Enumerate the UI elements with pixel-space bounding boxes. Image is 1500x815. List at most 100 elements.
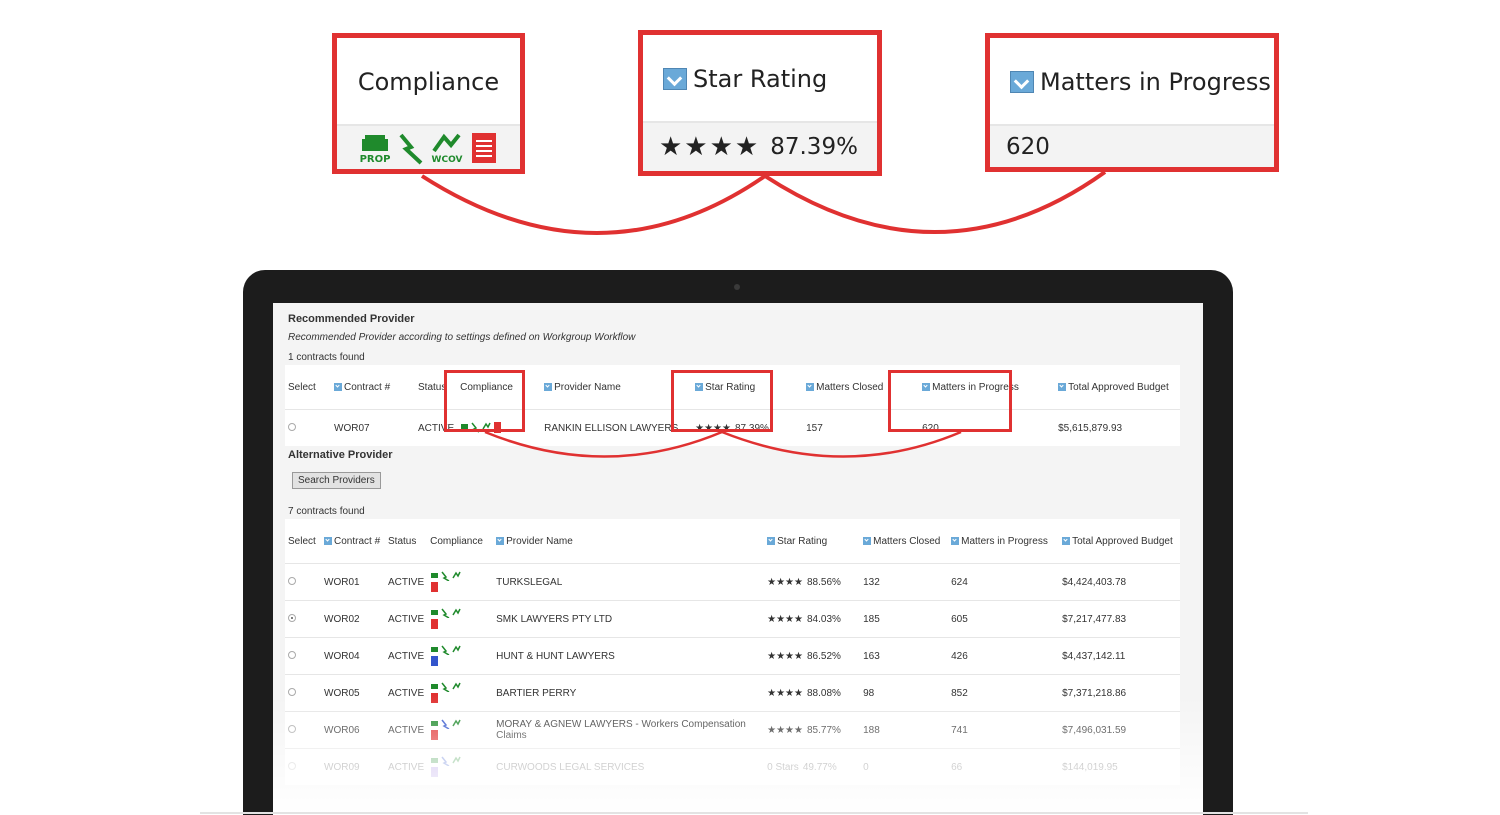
lightning-icon bbox=[441, 608, 450, 619]
alternative-count: 7 contracts found bbox=[288, 506, 365, 517]
budget-cell: $4,424,403.78 bbox=[1059, 563, 1180, 601]
compliance-icons bbox=[427, 711, 494, 749]
star-icons: 0 Stars bbox=[767, 761, 799, 773]
provider-name: BARTIER PERRY bbox=[493, 674, 765, 712]
star-rating-cell: ★★★★ 86.52% bbox=[764, 637, 861, 675]
select-radio[interactable] bbox=[288, 761, 296, 770]
compliance-icons bbox=[427, 637, 494, 675]
matters-in-progress-cell: 624 bbox=[948, 563, 1060, 601]
laptop-frame: Recommended Provider Recommended Provide… bbox=[243, 270, 1233, 815]
col-star-rating[interactable]: Star Rating bbox=[764, 519, 860, 564]
col-select: Select bbox=[288, 535, 316, 547]
status-cell: ACTIVE bbox=[385, 563, 428, 601]
prop-icon bbox=[431, 721, 439, 727]
col-contract[interactable]: Contract # bbox=[321, 519, 385, 564]
document-icon bbox=[431, 767, 439, 778]
table-row[interactable]: WOR06 ACTIVE MORAY & AGNEW LAWYERS - Worke… bbox=[285, 711, 1180, 749]
laptop-base-line bbox=[200, 812, 1308, 814]
star-rating-cell: 0 Stars 49.77% bbox=[764, 748, 861, 785]
compliance-icons bbox=[427, 563, 494, 601]
table-row[interactable]: WOR02 ACTIVE SMK LAWYERS PTY LTD ★★★★ 84.03%… bbox=[285, 600, 1180, 638]
callout-connectors bbox=[420, 170, 1107, 235]
star-icons: ★★★★ bbox=[767, 724, 803, 736]
sort-icon[interactable] bbox=[496, 536, 505, 545]
compliance-icons bbox=[427, 748, 494, 785]
select-radio[interactable] bbox=[288, 613, 296, 622]
budget-cell: $7,371,218.86 bbox=[1059, 674, 1180, 712]
star-icons: ★★★★ bbox=[767, 650, 803, 662]
contract-link[interactable]: WOR01 bbox=[321, 563, 385, 601]
alternative-rows: WOR01 ACTIVE TURKSLEGAL ★★★★ 88.56% 132 624 $4,… bbox=[285, 563, 1180, 785]
table-row[interactable]: WOR09 ACTIVE CURWOODS LEGAL SERVICES 0 Star… bbox=[285, 748, 1180, 785]
star-rating-cell: ★★★★ 85.77% bbox=[764, 711, 861, 749]
budget-cell: $144,019.95 bbox=[1059, 748, 1180, 785]
prop-icon bbox=[431, 573, 439, 579]
sort-icon[interactable] bbox=[324, 536, 332, 545]
document-icon bbox=[431, 619, 439, 630]
search-providers-button[interactable]: Search Providers bbox=[292, 472, 381, 489]
matters-in-progress-cell: 852 bbox=[948, 674, 1060, 712]
col-matters-closed[interactable]: Matters Closed bbox=[860, 519, 948, 564]
matters-in-progress-cell: 605 bbox=[948, 600, 1060, 638]
prop-icon bbox=[431, 758, 439, 764]
table-row[interactable]: WOR04 ACTIVE HUNT & HUNT LAWYERS ★★★★ 86.52%… bbox=[285, 637, 1180, 675]
lightning-icon bbox=[441, 682, 450, 693]
budget-cell: $7,496,031.59 bbox=[1059, 711, 1180, 749]
star-rating-cell: ★★★★ 88.56% bbox=[764, 563, 861, 601]
col-matters-in-progress[interactable]: Matters in Progress bbox=[948, 519, 1059, 564]
lightning-icon bbox=[441, 719, 450, 730]
lightning-icon bbox=[441, 571, 450, 582]
col-total-budget[interactable]: Total Approved Budget bbox=[1059, 519, 1180, 564]
status-cell: ACTIVE bbox=[385, 711, 428, 749]
select-radio[interactable] bbox=[288, 687, 296, 696]
compliance-icons bbox=[427, 600, 494, 638]
prop-icon bbox=[431, 684, 439, 690]
matters-in-progress-cell: 66 bbox=[948, 748, 1060, 785]
wcov-icon bbox=[452, 719, 461, 727]
table-row[interactable]: WOR05 ACTIVE BARTIER PERRY ★★★★ 88.08% 98 852 $… bbox=[285, 674, 1180, 712]
matters-closed-cell: 185 bbox=[860, 600, 949, 638]
col-compliance: Compliance bbox=[430, 535, 483, 547]
contract-link[interactable]: WOR02 bbox=[321, 600, 385, 638]
table-row[interactable]: WOR01 ACTIVE TURKSLEGAL ★★★★ 88.56% 132 624 $4,… bbox=[285, 563, 1180, 601]
wcov-icon bbox=[452, 608, 461, 616]
sort-icon[interactable] bbox=[951, 536, 960, 545]
budget-cell: $4,437,142.11 bbox=[1059, 637, 1180, 675]
select-radio[interactable] bbox=[288, 650, 296, 659]
star-icons: ★★★★ bbox=[767, 613, 803, 625]
prop-icon bbox=[431, 647, 439, 653]
provider-name: SMK LAWYERS PTY LTD bbox=[493, 600, 765, 638]
contract-link[interactable]: WOR06 bbox=[321, 711, 385, 749]
document-icon bbox=[431, 582, 439, 593]
select-radio[interactable] bbox=[288, 576, 296, 585]
col-provider[interactable]: Provider Name bbox=[493, 519, 764, 564]
document-icon bbox=[431, 730, 439, 741]
contract-link[interactable]: WOR05 bbox=[321, 674, 385, 712]
provider-name: TURKSLEGAL bbox=[493, 563, 765, 601]
matters-closed-cell: 98 bbox=[860, 674, 949, 712]
lightning-icon bbox=[441, 756, 450, 767]
provider-name: MORAY & AGNEW LAWYERS - Workers Compensa… bbox=[493, 711, 765, 749]
wcov-icon bbox=[452, 682, 461, 690]
star-icons: ★★★★ bbox=[767, 576, 803, 588]
sort-icon[interactable] bbox=[1062, 536, 1071, 545]
lightning-icon bbox=[441, 645, 450, 656]
matters-closed-cell: 188 bbox=[860, 711, 949, 749]
document-icon bbox=[431, 693, 439, 704]
contract-link[interactable]: WOR04 bbox=[321, 637, 385, 675]
matters-closed-cell: 0 bbox=[860, 748, 949, 785]
contract-link[interactable]: WOR09 bbox=[321, 748, 385, 785]
budget-cell: $7,217,477.83 bbox=[1059, 600, 1180, 638]
camera bbox=[734, 284, 740, 290]
wcov-icon bbox=[452, 571, 461, 579]
matters-closed-cell: 132 bbox=[860, 563, 949, 601]
matters-closed-cell: 163 bbox=[860, 637, 949, 675]
sort-icon[interactable] bbox=[863, 536, 872, 545]
status-cell: ACTIVE bbox=[385, 748, 428, 785]
status-cell: ACTIVE bbox=[385, 600, 428, 638]
matters-in-progress-cell: 741 bbox=[948, 711, 1060, 749]
sort-icon[interactable] bbox=[767, 536, 776, 545]
matters-in-progress-cell: 426 bbox=[948, 637, 1060, 675]
wcov-icon bbox=[452, 645, 461, 653]
select-radio[interactable] bbox=[288, 724, 296, 733]
